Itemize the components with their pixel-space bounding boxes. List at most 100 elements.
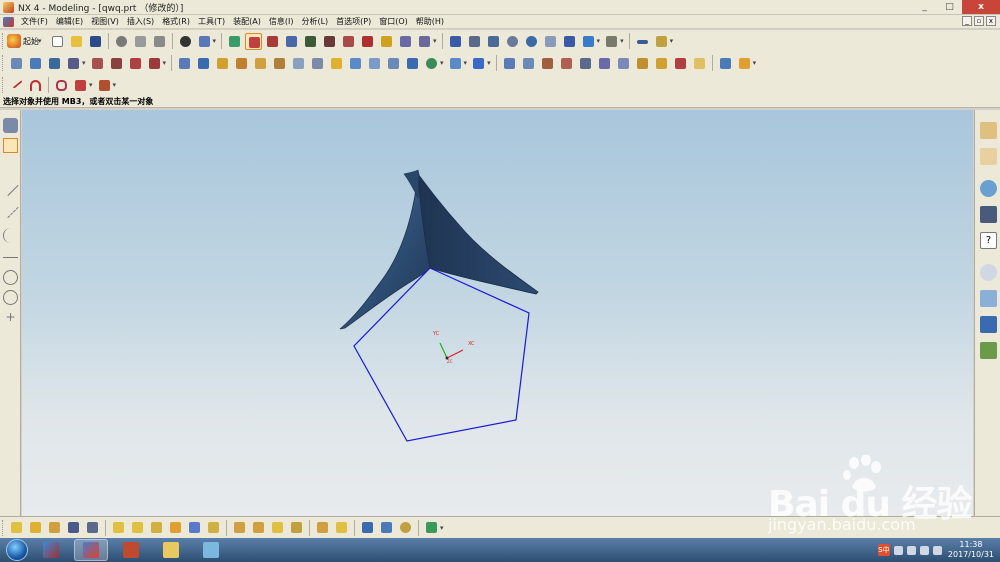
filter-icon[interactable] xyxy=(423,519,440,536)
chevron-down-icon[interactable]: ▾ xyxy=(620,37,624,45)
snap-midpoint-icon[interactable] xyxy=(27,519,44,536)
point-constructor-icon[interactable] xyxy=(3,138,18,153)
point-icon[interactable] xyxy=(264,33,281,50)
close-button[interactable]: x xyxy=(962,0,1000,14)
selection-filter-icon[interactable] xyxy=(196,33,213,50)
snap-pole-icon[interactable] xyxy=(250,519,267,536)
object-display-icon[interactable] xyxy=(416,33,433,50)
arc-tool-icon[interactable] xyxy=(3,228,18,243)
magnify-icon[interactable] xyxy=(504,33,521,50)
menu-assemblies[interactable]: 装配(A) xyxy=(229,16,265,27)
cut-icon[interactable] xyxy=(113,33,130,50)
shaded-icon[interactable] xyxy=(580,33,597,50)
menu-view[interactable]: 视图(V) xyxy=(87,16,123,27)
datum-icon[interactable] xyxy=(359,33,376,50)
history-icon[interactable] xyxy=(980,264,997,281)
snap-endpoint-icon[interactable] xyxy=(8,519,25,536)
chevron-down-icon[interactable]: ▾ xyxy=(213,37,217,45)
mirror-icon[interactable] xyxy=(615,55,632,72)
mdi-restore-button[interactable]: ▫ xyxy=(974,16,984,26)
task-powerpoint[interactable] xyxy=(114,539,148,561)
chevron-down-icon[interactable]: ▾ xyxy=(440,524,444,532)
spline-icon[interactable] xyxy=(53,77,70,94)
surface-icon[interactable] xyxy=(717,55,734,72)
help-icon[interactable]: ? xyxy=(980,232,997,249)
chevron-down-icon[interactable]: ▾ xyxy=(597,37,601,45)
chevron-down-icon[interactable]: ▾ xyxy=(113,81,117,89)
unite-icon[interactable] xyxy=(423,55,440,72)
document-menu-icon[interactable] xyxy=(3,16,14,27)
measure-distance-icon[interactable] xyxy=(634,33,651,50)
circle-icon[interactable] xyxy=(3,290,18,305)
chevron-down-icon[interactable]: ▾ xyxy=(82,59,86,67)
view-orient-icon[interactable] xyxy=(603,33,620,50)
plane-icon[interactable] xyxy=(340,33,357,50)
toolbar-grip[interactable] xyxy=(2,519,5,536)
draft-icon[interactable] xyxy=(558,55,575,72)
snap-bounded-icon[interactable] xyxy=(269,519,286,536)
chevron-down-icon[interactable]: ▾ xyxy=(464,59,468,67)
rotate-icon[interactable] xyxy=(523,33,540,50)
axis-icon[interactable] xyxy=(321,33,338,50)
tangent-icon[interactable] xyxy=(3,250,18,258)
chevron-down-icon[interactable]: ▾ xyxy=(753,59,757,67)
volume-icon[interactable] xyxy=(932,545,942,555)
curve-length-icon[interactable] xyxy=(127,55,144,72)
curve-from-bodies-icon[interactable] xyxy=(72,77,89,94)
snap-arc-center-icon[interactable] xyxy=(186,519,203,536)
pattern-icon[interactable] xyxy=(596,55,613,72)
snap-clear-icon[interactable] xyxy=(333,519,350,536)
chevron-down-icon[interactable]: ▾ xyxy=(440,59,444,67)
wcs-icon[interactable] xyxy=(302,33,319,50)
snap-all-icon[interactable] xyxy=(314,519,331,536)
boss-icon[interactable] xyxy=(252,55,269,72)
undo-icon[interactable] xyxy=(177,33,194,50)
arc-icon[interactable] xyxy=(27,77,44,94)
layer-settings-icon[interactable] xyxy=(397,33,414,50)
thicken-icon[interactable] xyxy=(691,55,708,72)
divide-curve-icon[interactable] xyxy=(146,55,163,72)
save-icon[interactable] xyxy=(87,33,104,50)
menu-information[interactable]: 信息(I) xyxy=(265,16,298,27)
web-browser-icon[interactable] xyxy=(980,180,997,197)
roles-icon[interactable] xyxy=(980,342,997,359)
menu-format[interactable]: 格式(R) xyxy=(158,16,194,27)
sphere-icon[interactable] xyxy=(233,55,250,72)
task-media-player[interactable] xyxy=(34,539,68,561)
chevron-down-icon[interactable]: ▾ xyxy=(487,59,491,67)
ime-indicator[interactable]: S中 xyxy=(877,544,890,556)
feature-icon[interactable] xyxy=(65,55,82,72)
sew-icon[interactable] xyxy=(736,55,753,72)
copy-icon[interactable] xyxy=(132,33,149,50)
cone-icon[interactable] xyxy=(214,55,231,72)
slot-icon[interactable] xyxy=(328,55,345,72)
trim-body-icon[interactable] xyxy=(672,55,689,72)
line-tool-icon[interactable] xyxy=(2,179,19,197)
chevron-down-icon[interactable]: ▾ xyxy=(670,37,674,45)
sketch-feature-icon[interactable] xyxy=(8,55,25,72)
quick-pick-icon[interactable] xyxy=(378,519,395,536)
minimize-button[interactable]: _ xyxy=(912,0,937,14)
snap-intersection-icon[interactable] xyxy=(65,519,82,536)
vector-icon[interactable] xyxy=(283,33,300,50)
zoom-icon[interactable] xyxy=(485,33,502,50)
selection-bar-icon[interactable] xyxy=(359,519,376,536)
circle-center-icon[interactable] xyxy=(3,270,18,285)
snap-existing-icon[interactable] xyxy=(129,519,146,536)
perspective-icon[interactable] xyxy=(561,33,578,50)
menu-preferences[interactable]: 首选项(P) xyxy=(332,16,375,27)
paste-icon[interactable] xyxy=(151,33,168,50)
shield-icon[interactable] xyxy=(46,55,63,72)
pan-icon[interactable] xyxy=(542,33,559,50)
menu-window[interactable]: 窗口(O) xyxy=(375,16,412,27)
toolbar-grip[interactable] xyxy=(2,77,5,93)
task-explorer[interactable] xyxy=(154,539,188,561)
mdi-close-button[interactable]: x xyxy=(986,16,996,26)
cylinder-icon[interactable] xyxy=(195,55,212,72)
toolbar-grip[interactable] xyxy=(2,33,5,49)
chevron-down-icon[interactable]: ▾ xyxy=(163,59,167,67)
snap-tangent-icon[interactable] xyxy=(205,519,222,536)
edge-blend-icon[interactable] xyxy=(501,55,518,72)
construction-line-icon[interactable] xyxy=(2,201,19,219)
thread-icon[interactable] xyxy=(634,55,651,72)
